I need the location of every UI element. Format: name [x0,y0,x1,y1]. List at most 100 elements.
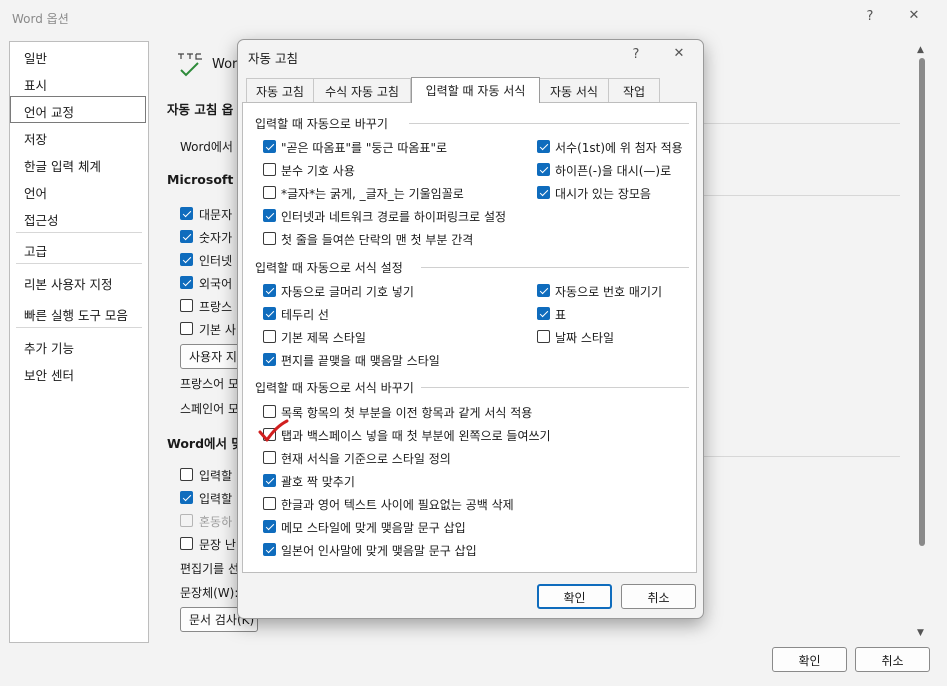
nav-item-proofing[interactable]: 언어 교정 [24,102,74,121]
checkbox-match-parentheses[interactable] [263,474,276,487]
bg-checkbox[interactable] [180,230,193,243]
checkbox-long-vowels[interactable] [537,186,550,199]
label-list-formatting: 목록 항목의 첫 부분을 이전 항목과 같게 서식 적용 [281,406,533,420]
label-fractions: 분수 기호 사용 [281,164,355,178]
checkbox-bulleted-lists[interactable] [263,284,276,297]
checkbox-list-formatting[interactable] [263,405,276,418]
label-numbered-lists: 자동으로 번호 매기기 [555,285,662,299]
checkbox-tables[interactable] [537,307,550,320]
checkbox-heading-styles[interactable] [263,330,276,343]
nav-item-korean-input[interactable]: 한글 입력 체계 [24,156,101,175]
checkbox-date-style[interactable] [537,330,550,343]
bg-option-label: 혼동하 [199,515,233,529]
scroll-down-icon[interactable]: ▼ [917,628,924,638]
tab-autoformat-as-you-type[interactable]: 입력할 때 자동 서식 [411,77,540,103]
scroll-up-icon[interactable]: ▲ [917,45,924,55]
checkbox-hyperlinks[interactable] [263,209,276,222]
label-hyperlinks: 인터넷과 네트워크 경로를 하이퍼링크로 설정 [281,210,507,224]
tab-actions[interactable]: 작업 [608,78,660,102]
bg-spanish-mode: 스페인어 모 [180,402,240,416]
label-hyphens-dash: 하이픈(-)을 대시(—)로 [555,164,672,178]
bg-checkbox[interactable] [180,253,193,266]
nav-item-language[interactable]: 언어 [24,183,47,202]
label-border-lines: 테두리 선 [281,308,329,322]
bg-option-label: 문장 난 [199,538,236,552]
options-ok-button[interactable]: 확인 [772,647,847,672]
bg-checkbox[interactable] [180,537,193,550]
nav-item-trust-center[interactable]: 보안 센터 [24,365,74,384]
options-cancel-button[interactable]: 취소 [855,647,930,672]
checkbox-ordinals[interactable] [537,140,550,153]
nav-item-advanced[interactable]: 고급 [24,241,47,260]
bg-option-label: 외국어 [199,277,233,291]
bg-option-label: 숫자가 [199,231,233,245]
checkbox-first-line-indent[interactable] [263,232,276,245]
nav-item-general[interactable]: 일반 [24,48,47,67]
bg-checkbox[interactable] [180,491,193,504]
tab-panel: 입력할 때 자동으로 바꾸기 "곧은 따옴표"를 "둥근 따옴표"로 분수 기호… [242,102,697,573]
label-memo-closing: 메모 스타일에 맞게 맺음말 문구 삽입 [281,521,466,535]
checkbox-japanese-closing[interactable] [263,543,276,556]
checkbox-fractions[interactable] [263,163,276,176]
help-icon[interactable]: ? [860,9,880,24]
checkbox-bold-italic[interactable] [263,186,276,199]
checkbox-smart-quotes[interactable] [263,140,276,153]
tab-math-autocorrect[interactable]: 수식 자동 고침 [313,78,411,102]
checkbox-numbered-lists[interactable] [537,284,550,297]
dialog-close-icon[interactable]: ✕ [669,46,689,61]
label-long-vowels: 대시가 있는 장모음 [555,187,651,201]
bg-checkbox-disabled [180,514,193,527]
label-bold-italic: *글자*는 굵게, _글자_는 기울임꼴로 [281,187,464,201]
section-divider [409,123,689,124]
section-divider [421,387,689,388]
bg-checkbox[interactable] [180,468,193,481]
checkbox-hyphens-dash[interactable] [537,163,550,176]
bg-option-label: 입력할 [199,469,233,483]
checkbox-closing-style[interactable] [263,353,276,366]
label-smart-quotes: "곧은 따옴표"를 "둥근 따옴표"로 [281,141,448,155]
dialog-title: 자동 고침 [248,51,298,66]
proofing-icon [178,53,202,77]
bg-option-label: 프랑스 [199,300,233,314]
bg-checkbox[interactable] [180,299,193,312]
label-ordinals: 서수(1st)에 위 첨자 적용 [555,141,683,155]
nav-divider [16,232,142,233]
bg-option-label: 기본 사 [199,323,236,337]
bg-checkbox[interactable] [180,276,193,289]
bg-editor-label: 편집기를 선 [180,562,240,576]
label-japanese-closing: 일본어 인사말에 맞게 맺음말 문구 삽입 [281,544,477,558]
scrollbar-thumb[interactable] [919,58,925,546]
annotation-checkmark [258,419,289,442]
bg-word-label: Wor [212,57,238,72]
nav-item-accessibility[interactable]: 접근성 [24,210,59,229]
tab-autoformat[interactable]: 자동 서식 [539,78,609,102]
nav-item-addins[interactable]: 추가 기능 [24,338,74,357]
checkbox-memo-closing[interactable] [263,520,276,533]
window-title: Word 옵션 [12,12,69,26]
nav-item-quick-access[interactable]: 빠른 실행 도구 모음 [24,305,128,324]
dialog-help-icon[interactable]: ? [626,47,646,62]
bg-style-label: 문장체(W): [180,586,239,600]
bg-option-label: 인터넷 [199,254,233,268]
bg-word-when-heading: Word에서 맞 [167,436,243,451]
tab-autocorrect[interactable]: 자동 고침 [246,78,314,102]
nav-item-customize-ribbon[interactable]: 리본 사용자 지정 [24,274,112,293]
dialog-cancel-button[interactable]: 취소 [621,584,696,609]
label-date-style: 날짜 스타일 [555,331,615,345]
label-tables: 표 [555,308,567,322]
label-bulleted-lists: 자동으로 글머리 기호 넣기 [281,285,414,299]
label-closing-style: 편지를 끝맺을 때 맺음말 스타일 [281,354,440,368]
checkbox-define-styles[interactable] [263,451,276,464]
checkbox-border-lines[interactable] [263,307,276,320]
checkbox-delete-spaces[interactable] [263,497,276,510]
bg-autocorrect-heading: 자동 고침 옵 [167,102,234,117]
nav-item-display[interactable]: 표시 [24,75,47,94]
nav-item-save[interactable]: 저장 [24,129,47,148]
bg-checkbox[interactable] [180,322,193,335]
section-apply-heading: 입력할 때 자동으로 서식 설정 [255,261,403,275]
close-icon[interactable]: ✕ [904,8,924,23]
section-divider [421,267,689,268]
dialog-ok-button[interactable]: 확인 [537,584,612,609]
bg-checkbox[interactable] [180,207,193,220]
section-replace-heading: 입력할 때 자동으로 바꾸기 [255,117,388,131]
